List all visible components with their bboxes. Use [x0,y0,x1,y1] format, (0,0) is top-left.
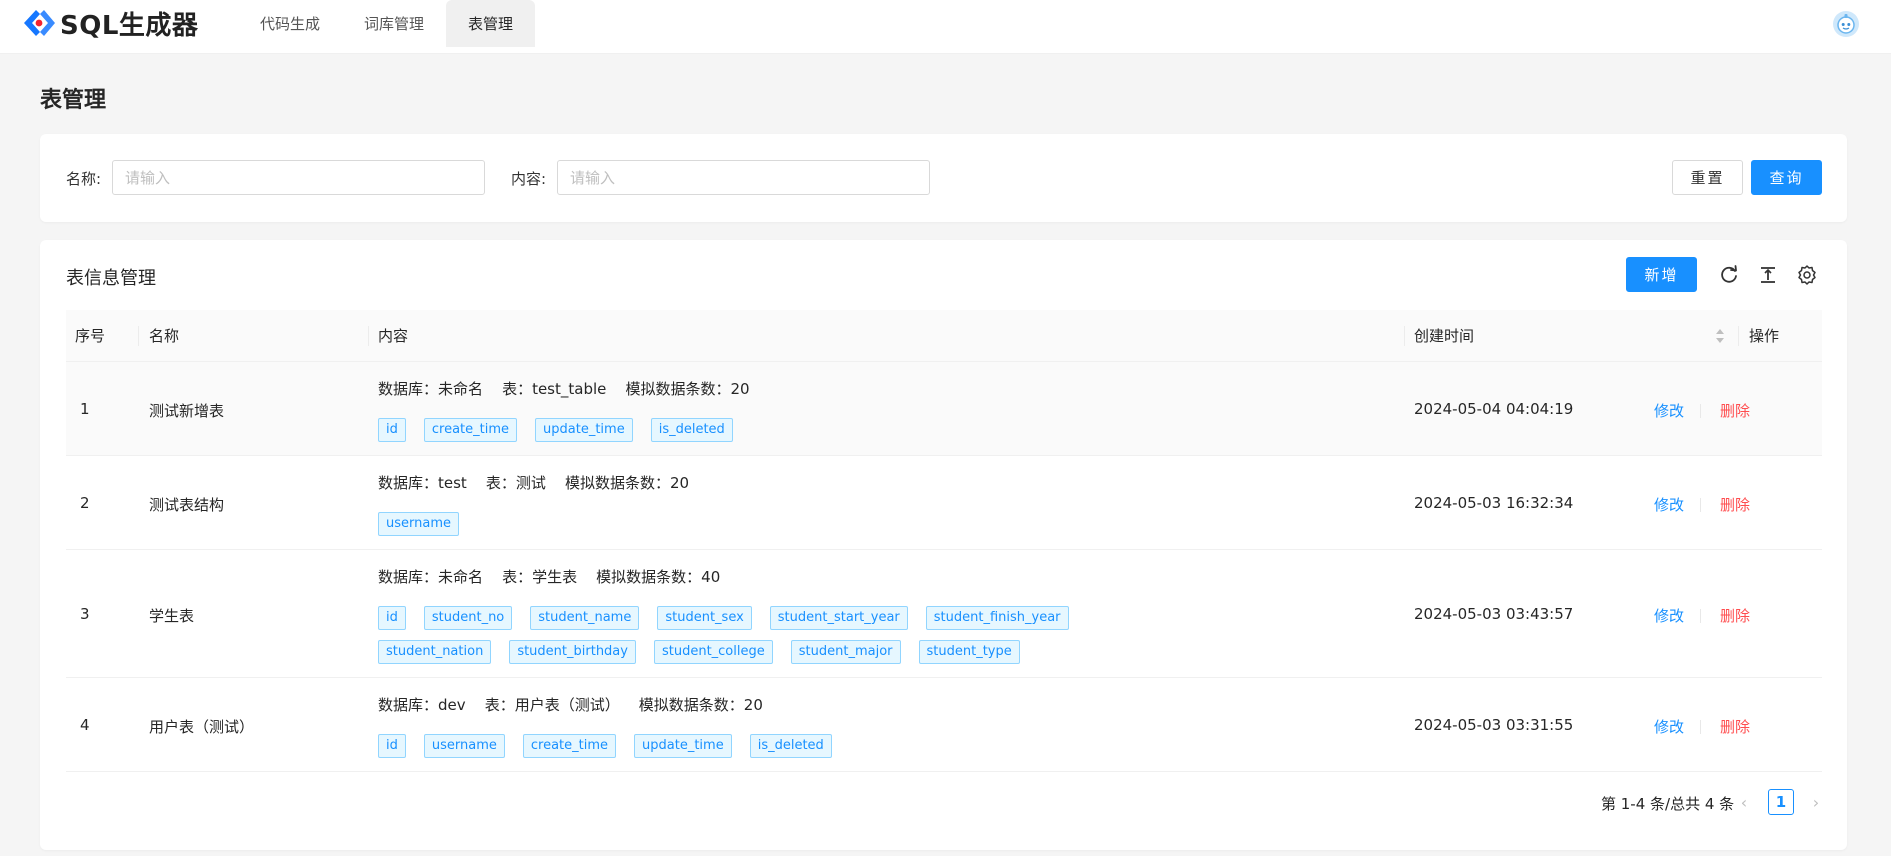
content-field-label: 内容: [511,170,547,188]
table-header: 序号 名称 内容 创建时间 操作 [66,310,1822,362]
delete-link[interactable]: 删除 [1720,400,1750,421]
field-tag: student_no [423,606,513,630]
row-created-time: 2024-05-04 04:04:19 [1414,400,1574,418]
edit-link[interactable]: 修改 [1654,716,1684,737]
action-divider [1700,609,1701,623]
edit-link[interactable]: 修改 [1654,400,1684,421]
field-tag: student_nation [378,640,492,664]
column-header-index: 序号 [75,327,106,345]
column-divider [138,326,139,346]
row-name: 测试新增表 [149,402,225,420]
field-tag: id [378,734,406,758]
edit-link[interactable]: 修改 [1654,494,1684,515]
row-name: 测试表结构 [149,496,225,514]
column-height-icon[interactable] [1757,264,1779,286]
field-tag: student_birthday [509,640,636,664]
field-tag: student_name [530,606,640,630]
search-form-card: 名称: 内容: 重置 查询 [40,134,1847,222]
field-tag: student_start_year [769,606,908,630]
field-tag: update_time [634,734,732,758]
field-tag: create_time [423,418,518,442]
field-tags: id create_time update_time is_deleted [378,418,1078,442]
row-index: 3 [80,605,90,623]
field-tag: id [378,606,406,630]
field-tag: id [378,418,406,442]
column-header-content: 内容 [378,327,409,345]
column-header-name: 名称 [149,327,180,345]
row-index: 4 [80,716,90,734]
row-meta: 数据库：test 表：测试 模拟数据条数：20 [378,474,690,492]
name-field-label: 名称: [66,170,102,188]
pagination-page[interactable]: 1 [1768,789,1794,815]
field-tag: student_college [653,640,773,664]
row-name: 学生表 [149,607,195,625]
column-divider [1404,326,1405,346]
avatar-robot-icon [1833,11,1859,37]
column-header-actions: 操作 [1749,327,1780,345]
delete-link[interactable]: 删除 [1720,494,1750,515]
reset-button[interactable]: 重置 [1672,160,1743,195]
column-divider [1738,326,1739,346]
field-tag: student_sex [657,606,752,630]
row-name: 用户表（测试） [149,718,255,736]
column-header-created-time[interactable]: 创建时间 [1414,310,1474,362]
edit-link[interactable]: 修改 [1654,605,1684,626]
row-meta: 数据库：未命名 表：学生表 模拟数据条数：40 [378,568,721,586]
field-tag: is_deleted [749,734,832,758]
column-divider [368,326,369,346]
nav-item-code-generation[interactable]: 代码生成 [238,0,342,47]
query-button[interactable]: 查询 [1751,160,1822,195]
nav-item-dictionary-management[interactable]: 词库管理 [342,0,446,47]
name-search-input[interactable] [112,160,485,195]
field-tag: update_time [535,418,633,442]
logo-diamond-icon [22,8,56,38]
row-index: 1 [80,400,90,418]
row-created-time: 2024-05-03 03:31:55 [1414,716,1574,734]
field-tag: is_deleted [650,418,733,442]
field-tag: username [378,512,459,536]
add-button[interactable]: 新增 [1626,257,1697,292]
sort-caret-icon[interactable] [1715,328,1725,344]
field-tag: create_time [522,734,617,758]
field-tag: student_type [918,640,1020,664]
field-tags: id username create_time update_time is_d… [378,734,1078,758]
row-index: 2 [80,494,90,512]
content-search-input[interactable] [557,160,930,195]
field-tag: username [423,734,505,758]
prev-page-icon[interactable]: ‹ [1734,792,1754,812]
table-row: 1 测试新增表 数据库：未命名 表：test_table 模拟数据条数：20 i… [66,362,1822,456]
field-tag: student_finish_year [925,606,1069,630]
top-navigation-bar: SQL生成器 代码生成 词库管理 表管理 [0,0,1891,54]
app-logo-text: SQL生成器 [60,10,199,41]
nav-item-table-management[interactable]: 表管理 [446,0,536,47]
page-title: 表管理 [40,88,107,113]
action-divider [1700,720,1701,734]
row-created-time: 2024-05-03 16:32:34 [1414,494,1574,512]
pagination-total: 第 1-4 条/总共 4 条 [1601,795,1735,813]
delete-link[interactable]: 删除 [1720,716,1750,737]
main-nav: 代码生成 词库管理 表管理 [238,0,536,47]
app-logo[interactable]: SQL生成器 [22,8,198,41]
reload-icon[interactable] [1718,264,1740,286]
field-tag: student_major [790,640,901,664]
field-tags: username [378,512,1078,536]
row-meta: 数据库：dev 表：用户表（测试） 模拟数据条数：20 [378,696,763,714]
row-meta: 数据库：未命名 表：test_table 模拟数据条数：20 [378,380,750,398]
action-divider [1700,498,1701,512]
delete-link[interactable]: 删除 [1720,605,1750,626]
table-info-card: 表信息管理 新增 序号 名称 内容 创建时间 操作 1 测试新增表 数据库：未命… [40,240,1847,850]
user-avatar[interactable] [1833,11,1859,37]
action-divider [1700,404,1701,418]
table-row: 2 测试表结构 数据库：test 表：测试 模拟数据条数：20 username… [66,456,1822,550]
setting-icon[interactable] [1796,264,1818,286]
field-tags: id student_no student_name student_sex s… [378,606,1078,664]
table-row: 3 学生表 数据库：未命名 表：学生表 模拟数据条数：40 id student… [66,550,1822,678]
table-card-title: 表信息管理 [66,268,156,289]
table-row: 4 用户表（测试） 数据库：dev 表：用户表（测试） 模拟数据条数：20 id… [66,678,1822,772]
next-page-icon[interactable]: › [1806,792,1826,812]
row-created-time: 2024-05-03 03:43:57 [1414,605,1574,623]
